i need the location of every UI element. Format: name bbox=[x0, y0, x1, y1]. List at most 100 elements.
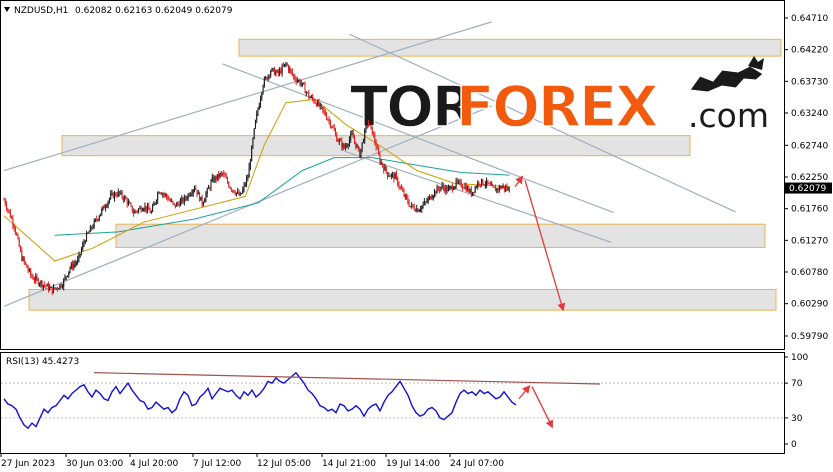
candle-body bbox=[291, 71, 293, 75]
candle-body bbox=[401, 186, 403, 190]
candle-body bbox=[305, 92, 307, 94]
candle-body bbox=[444, 187, 446, 192]
candle-body bbox=[33, 279, 35, 281]
candle-body bbox=[27, 267, 29, 271]
candle-body bbox=[147, 206, 149, 211]
candle-body bbox=[183, 196, 185, 203]
candle-body bbox=[197, 192, 199, 195]
candle-body bbox=[441, 185, 443, 187]
current-price-label: 0.62079 bbox=[789, 184, 826, 194]
candle-body bbox=[350, 134, 352, 140]
candle-body bbox=[488, 183, 490, 185]
chart-header: NZDUSD,H1 0.62082 0.62163 0.62049 0.6207… bbox=[4, 6, 233, 16]
candle-body bbox=[246, 178, 248, 185]
candle-body bbox=[379, 154, 381, 164]
candle-body bbox=[207, 187, 209, 189]
candle-body bbox=[152, 205, 154, 212]
candle-body bbox=[130, 203, 132, 206]
candle-body bbox=[367, 123, 369, 125]
candle-body bbox=[28, 269, 30, 271]
candle-body bbox=[232, 190, 234, 192]
candle-body bbox=[374, 134, 376, 143]
candle-body bbox=[117, 191, 119, 196]
candle-body bbox=[237, 191, 239, 193]
candle-body bbox=[86, 233, 88, 242]
candle-body bbox=[478, 182, 480, 185]
candle-body bbox=[360, 148, 362, 158]
candle-body bbox=[318, 101, 320, 107]
candle-body bbox=[12, 218, 14, 226]
candle-body bbox=[286, 63, 288, 66]
candle-body bbox=[37, 278, 39, 285]
candle-body bbox=[293, 74, 295, 77]
candle-body bbox=[373, 134, 375, 136]
candle-body bbox=[247, 177, 249, 179]
candle-body bbox=[11, 217, 13, 219]
candle-body bbox=[390, 174, 392, 177]
candle-body bbox=[51, 287, 53, 293]
candle-body bbox=[481, 179, 483, 185]
candle-body bbox=[135, 211, 137, 213]
candle-body bbox=[94, 219, 96, 221]
candle-body bbox=[129, 202, 131, 204]
candle-body bbox=[453, 188, 455, 190]
candle-body bbox=[279, 70, 281, 74]
candle-body bbox=[455, 180, 457, 187]
candle-body bbox=[290, 69, 292, 72]
candle-body bbox=[346, 145, 348, 147]
candle-body bbox=[120, 192, 122, 194]
candle-body bbox=[465, 185, 467, 192]
candle-body bbox=[63, 279, 65, 287]
candle-body bbox=[380, 162, 382, 164]
candle-body bbox=[472, 191, 474, 196]
candle-body bbox=[227, 178, 229, 183]
candle-body bbox=[220, 173, 222, 175]
candle-body bbox=[139, 207, 141, 209]
candle-body bbox=[45, 285, 47, 287]
candle-body bbox=[36, 276, 38, 279]
candle-body bbox=[176, 203, 178, 207]
candle-body bbox=[223, 173, 225, 175]
candle-body bbox=[174, 204, 176, 207]
candle-body bbox=[409, 206, 411, 208]
candle-body bbox=[287, 65, 289, 71]
candle-body bbox=[327, 119, 329, 121]
candle-body bbox=[149, 209, 151, 213]
candle-body bbox=[314, 102, 316, 104]
price-tick-label: 0.63240 bbox=[791, 109, 828, 119]
candle-body bbox=[103, 205, 105, 209]
candle-body bbox=[341, 140, 343, 148]
candle-body bbox=[431, 197, 433, 200]
candle-body bbox=[182, 198, 184, 203]
price-tick-label: 0.59790 bbox=[791, 332, 828, 342]
candle-body bbox=[324, 111, 326, 116]
candle-body bbox=[345, 146, 347, 149]
candle-body bbox=[334, 130, 336, 135]
candle-body bbox=[428, 196, 430, 199]
candle-body bbox=[388, 175, 390, 177]
candle-body bbox=[430, 196, 432, 200]
candle-body bbox=[331, 126, 333, 128]
candle-body bbox=[61, 286, 63, 288]
candle-body bbox=[125, 196, 127, 199]
candle-body bbox=[315, 103, 317, 106]
candle-body bbox=[93, 220, 95, 228]
candle-body bbox=[89, 226, 91, 232]
price-tick-label: 0.62250 bbox=[791, 173, 828, 183]
candle-body bbox=[479, 184, 481, 186]
time-tick-label: 30 Jun 03:00 bbox=[66, 459, 123, 469]
candle-body bbox=[364, 129, 366, 142]
candle-body bbox=[332, 126, 334, 128]
time-axis: 27 Jun 2023 30 Jun 03:00 4 Jul 20:00 7 Jul … bbox=[0, 453, 504, 469]
candle-body bbox=[192, 189, 194, 194]
candle-body bbox=[425, 201, 427, 203]
candle-body bbox=[285, 63, 287, 65]
candle-body bbox=[167, 196, 169, 200]
candle-body bbox=[155, 200, 157, 203]
candle-body bbox=[47, 284, 49, 290]
candle-body bbox=[23, 257, 25, 262]
candle-body bbox=[417, 208, 419, 212]
candle-body bbox=[244, 184, 246, 186]
candle-body bbox=[195, 188, 197, 191]
candle-body bbox=[308, 92, 310, 98]
